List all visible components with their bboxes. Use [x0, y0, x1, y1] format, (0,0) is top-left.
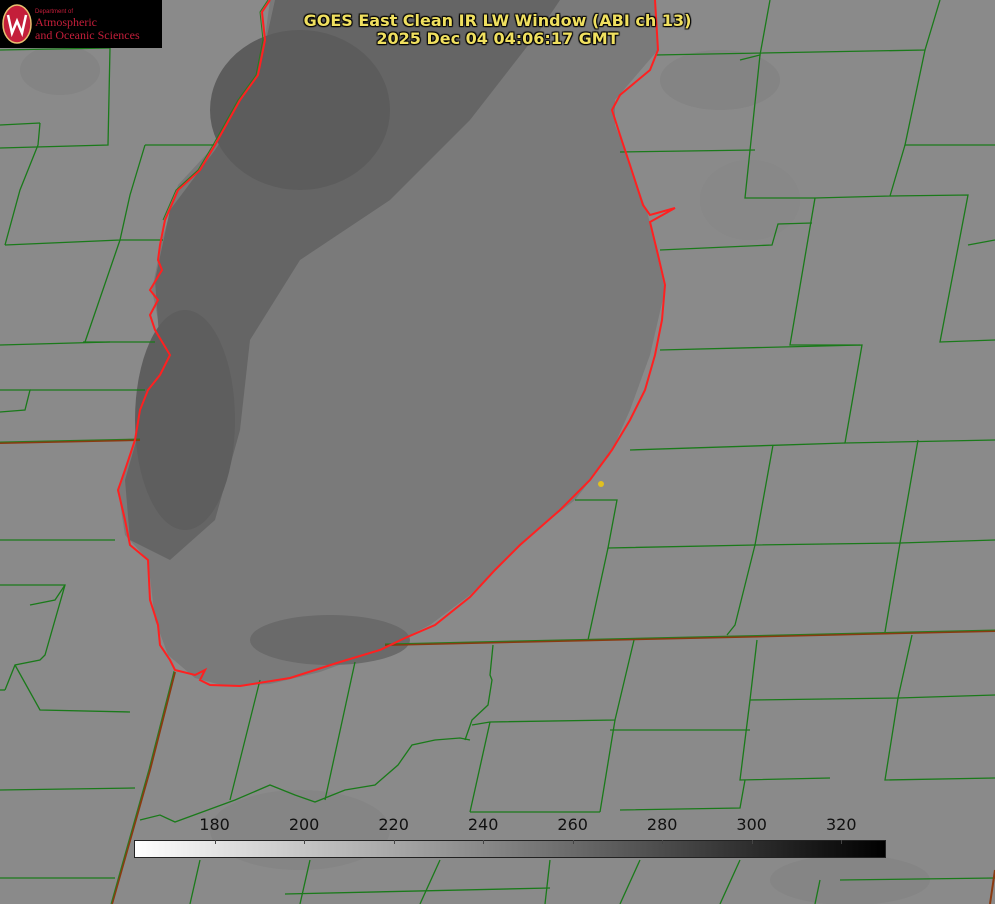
colorbar-tick-mark: [214, 840, 216, 844]
colorbar-tick-mark: [662, 840, 664, 844]
colorbar-tick-label: 240: [467, 815, 499, 834]
colorbar-tick-label: 260: [557, 815, 588, 834]
colorbar-tick-label: 180: [199, 815, 230, 834]
colorbar-tick-mark: [751, 840, 753, 844]
colorbar-tick-label: 300: [736, 815, 767, 834]
satellite-map: [0, 0, 995, 904]
colorbar-tick-label: 280: [646, 815, 678, 834]
colorbar-tick-label: 200: [288, 815, 320, 834]
location-marker: [598, 481, 604, 487]
cloud-core: [210, 30, 390, 190]
colorbar-tick-mark: [841, 840, 843, 844]
colorbar-tick-mark: [483, 840, 485, 844]
colorbar-tick-mark: [393, 840, 395, 844]
image-timestamp: 2025 Dec 04 04:06:17 GMT: [376, 29, 619, 48]
image-title: GOES East Clean IR LW Window (ABI ch 13): [303, 11, 692, 30]
colorbar: [134, 840, 886, 858]
colorbar-tick-label: 320: [825, 815, 857, 834]
colorbar-tick-mark: [572, 840, 574, 844]
colorbar-tick-label: 220: [378, 815, 409, 834]
colorbar-tick-mark: [304, 840, 306, 844]
